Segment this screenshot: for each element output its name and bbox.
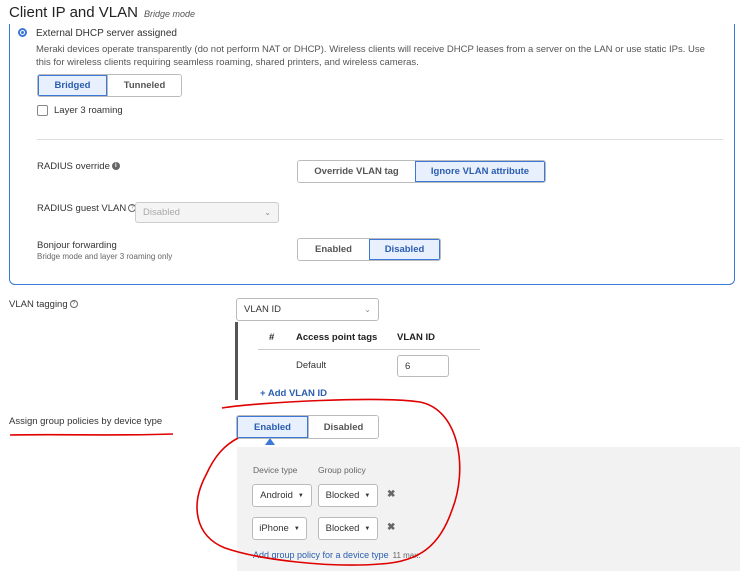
annotation-underline	[9, 433, 174, 436]
annotation-circle	[196, 398, 461, 566]
red-annotation	[9, 398, 461, 566]
